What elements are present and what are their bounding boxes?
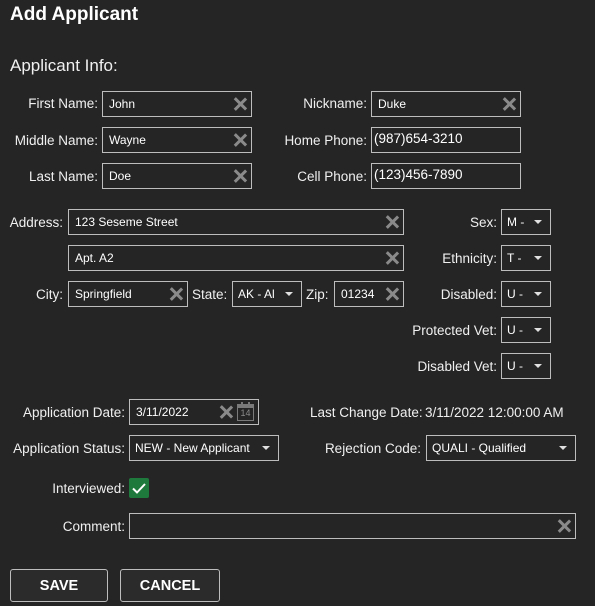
checkmark-icon — [132, 483, 146, 494]
cell-phone-value: (123)456-7890 — [374, 166, 463, 182]
cell-phone-label: Cell Phone: — [297, 169, 367, 184]
application-status-select[interactable]: NEW - New Applicant — [129, 435, 279, 461]
application-status-label: Application Status: — [13, 441, 125, 456]
state-label: State: — [192, 287, 228, 302]
application-status-value: NEW - New Applicant — [135, 441, 250, 455]
city-value: Springfield — [75, 287, 132, 301]
disabled-select[interactable]: U - — [501, 281, 551, 307]
state-select[interactable]: AK - Al — [232, 281, 302, 307]
last-change-date-label: Last Change Date: — [310, 405, 423, 420]
clear-icon[interactable] — [385, 287, 399, 301]
clear-icon[interactable] — [169, 287, 183, 301]
protected-vet-label: Protected Vet: — [412, 323, 497, 338]
chevron-down-icon — [534, 256, 542, 260]
disabled-value: U - — [507, 287, 523, 301]
clear-icon[interactable] — [233, 169, 247, 183]
section-title: Applicant Info: — [10, 56, 118, 75]
middle-name-field[interactable]: Wayne — [102, 127, 252, 153]
clear-icon[interactable] — [385, 215, 399, 229]
cancel-button[interactable]: CANCEL — [120, 569, 220, 602]
last-name-value: Doe — [109, 169, 132, 183]
address-line2-field[interactable]: Apt. A2 — [68, 245, 404, 271]
chevron-down-icon — [262, 446, 270, 450]
rejection-code-label: Rejection Code: — [324, 441, 421, 456]
chevron-down-icon — [534, 364, 542, 368]
first-name-value: John — [109, 97, 136, 111]
zip-field[interactable]: 01234 — [334, 281, 404, 307]
first-name-label: First Name: — [28, 96, 98, 111]
city-field[interactable]: Springfield — [68, 281, 188, 307]
chevron-down-icon — [285, 292, 293, 296]
home-phone-value: (987)654-3210 — [374, 130, 463, 146]
zip-label: Zip: — [306, 287, 329, 302]
application-date-value: 3/11/2022 — [136, 405, 189, 419]
sex-value: M - — [507, 215, 525, 229]
address-line1-field[interactable]: 123 Seseme Street — [68, 209, 404, 235]
nickname-value: Duke — [378, 97, 407, 111]
ethnicity-value: T - — [507, 251, 522, 265]
cell-phone-field[interactable]: (123)456-7890 — [371, 163, 521, 189]
address-line2-value: Apt. A2 — [75, 251, 114, 265]
chevron-down-icon — [534, 220, 542, 224]
nickname-label: Nickname: — [303, 96, 367, 111]
ethnicity-label: Ethnicity: — [442, 251, 497, 266]
state-value: AK - Al — [238, 287, 275, 301]
sex-select[interactable]: M - — [501, 209, 551, 235]
ethnicity-select[interactable]: T - — [501, 245, 551, 271]
nickname-field[interactable]: Duke — [371, 91, 521, 117]
save-button[interactable]: SAVE — [10, 569, 108, 602]
page-title: Add Applicant — [10, 4, 139, 25]
rejection-code-select[interactable]: QUALI - Qualified — [426, 435, 576, 461]
clear-icon[interactable] — [385, 251, 399, 265]
middle-name-label: Middle Name: — [14, 133, 98, 148]
middle-name-value: Wayne — [109, 133, 146, 147]
clear-icon[interactable] — [233, 133, 247, 147]
address-line1-value: 123 Seseme Street — [75, 215, 178, 229]
clear-icon[interactable] — [219, 405, 233, 419]
interviewed-label: Interviewed: — [52, 481, 125, 496]
city-label: City: — [36, 287, 63, 302]
first-name-field[interactable]: John — [102, 91, 252, 117]
disabled-vet-select[interactable]: U - — [501, 353, 551, 379]
comment-field[interactable] — [129, 513, 576, 539]
application-date-label: Application Date: — [22, 405, 125, 420]
disabled-vet-value: U - — [507, 359, 523, 373]
home-phone-label: Home Phone: — [284, 133, 367, 148]
protected-vet-value: U - — [507, 323, 523, 337]
zip-value: 01234 — [341, 287, 375, 301]
last-name-field[interactable]: Doe — [102, 163, 252, 189]
home-phone-field[interactable]: (987)654-3210 — [371, 127, 521, 153]
clear-icon[interactable] — [502, 97, 516, 111]
last-name-label: Last Name: — [28, 169, 98, 184]
calendar-icon[interactable]: 14 — [237, 401, 254, 421]
rejection-code-value: QUALI - Qualified — [432, 441, 527, 455]
disabled-vet-label: Disabled Vet: — [417, 359, 497, 374]
protected-vet-select[interactable]: U - — [501, 317, 551, 343]
disabled-label: Disabled: — [440, 287, 497, 302]
comment-label: Comment: — [62, 519, 125, 534]
chevron-down-icon — [534, 328, 542, 332]
last-change-date-value: 3/11/2022 12:00:00 AM — [425, 405, 564, 420]
address-label: Address: — [9, 215, 63, 230]
clear-icon[interactable] — [233, 97, 247, 111]
clear-icon[interactable] — [557, 519, 571, 533]
application-date-field[interactable]: 3/11/2022 14 — [129, 399, 259, 425]
interviewed-checkbox[interactable] — [129, 478, 149, 498]
chevron-down-icon — [534, 292, 542, 296]
sex-label: Sex: — [469, 215, 497, 230]
chevron-down-icon — [559, 446, 567, 450]
